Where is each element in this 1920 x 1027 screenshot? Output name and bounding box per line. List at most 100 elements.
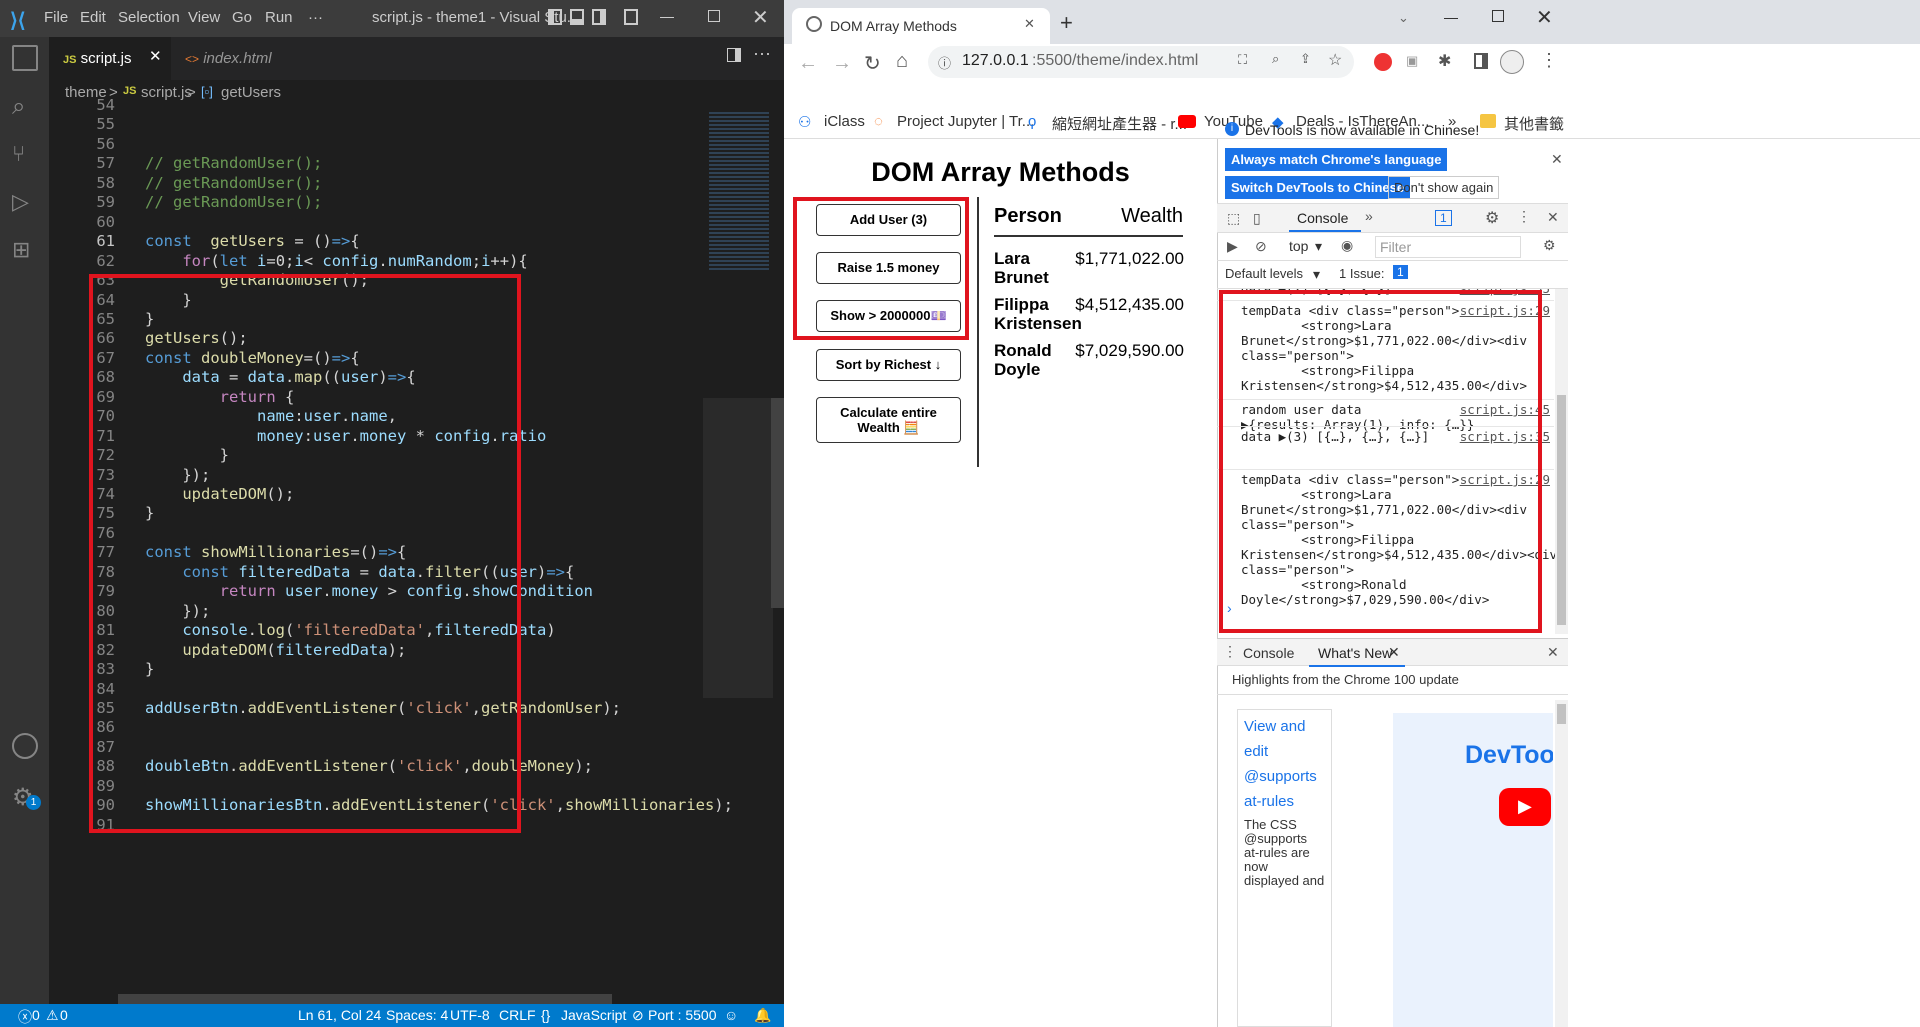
extensions-puzzle-icon[interactable]: ✱ [1438, 51, 1451, 71]
source-link[interactable]: script.js:29 [1460, 472, 1550, 487]
language-mode[interactable]: JavaScript [561, 1007, 626, 1023]
drawer-scrollbar[interactable] [1555, 700, 1568, 1027]
search-icon[interactable]: ⌕ [12, 93, 38, 120]
tab-script-js[interactable]: JS script.js ✕ [49, 37, 171, 80]
new-tab-icon[interactable]: + [1060, 10, 1073, 36]
encoding[interactable]: UTF-8 [450, 1007, 490, 1023]
minimize-icon[interactable] [660, 17, 674, 18]
account-icon[interactable] [12, 733, 38, 759]
code-line[interactable]: } [145, 504, 154, 522]
device-toolbar-icon[interactable]: ▯ [1253, 210, 1261, 227]
drawer-tab-whats-new[interactable]: What's New [1318, 645, 1392, 661]
extension-icon[interactable]: ▣ [1406, 53, 1418, 69]
side-panel-icon[interactable] [1474, 53, 1488, 69]
menu-more[interactable]: ··· [308, 9, 323, 26]
dont-show-again-button[interactable]: Don't show again [1388, 176, 1500, 199]
code-line[interactable]: return { [145, 388, 295, 406]
code-line[interactable]: // getRandomUser(); [145, 193, 322, 211]
breadcrumb-file[interactable]: script.js [141, 84, 192, 101]
bookmark-star-icon[interactable]: ☆ [1328, 50, 1342, 70]
end-of-line[interactable]: CRLF [499, 1007, 536, 1023]
back-icon[interactable]: ← [798, 52, 818, 75]
context-selector[interactable]: top [1289, 238, 1308, 254]
calculate-wealth-button[interactable]: Calculate entire Wealth 🧮 [816, 397, 961, 443]
eye-icon[interactable]: ◉ [1341, 237, 1353, 254]
maximize-icon[interactable] [1492, 10, 1504, 22]
tab-console[interactable]: Console [1297, 210, 1348, 226]
levels-dropdown[interactable]: Default levels [1225, 266, 1303, 281]
messages-badge[interactable]: 1 [1435, 210, 1452, 226]
code-line[interactable]: for(let i=0;i< config.numRandom;i++){ [145, 252, 527, 270]
code-line[interactable]: const getUsers = ()=>{ [145, 232, 360, 250]
close-devtools-icon[interactable]: ✕ [1547, 209, 1559, 226]
menu-view[interactable]: View [188, 9, 220, 26]
code-line[interactable]: return user.money > config.showCondition [145, 582, 593, 600]
console-scrollbar[interactable] [1555, 289, 1568, 634]
menu-go[interactable]: Go [232, 9, 252, 26]
filter-input[interactable]: Filter [1375, 236, 1521, 258]
profile-avatar[interactable] [1500, 50, 1524, 74]
source-link[interactable]: script.js:45 [1460, 402, 1550, 417]
code-line[interactable]: updateDOM(filteredData); [145, 641, 406, 659]
share-icon[interactable]: ⇪ [1300, 51, 1311, 67]
drawer-menu-icon[interactable]: ⋮ [1223, 643, 1237, 660]
switch-language-button[interactable]: Switch DevTools to Chinese [1225, 176, 1411, 199]
menu-edit[interactable]: Edit [80, 9, 106, 26]
toggle-sidebar-icon[interactable] [548, 9, 562, 25]
extensions-icon[interactable]: ⊞ [12, 237, 38, 263]
home-icon[interactable]: ⌂ [896, 50, 908, 73]
minimap[interactable] [703, 108, 784, 1008]
raise-money-button[interactable]: Raise 1.5 money [816, 252, 961, 284]
maximize-icon[interactable] [708, 10, 720, 22]
code-line[interactable]: } [145, 291, 191, 309]
site-info-icon[interactable]: ⓘ [938, 53, 951, 72]
more-actions-icon[interactable]: ··· [753, 43, 771, 64]
code-line[interactable]: // getRandomUser(); [145, 174, 322, 192]
code-line[interactable]: } [145, 310, 154, 328]
breadcrumb-symbol[interactable]: getUsers [221, 84, 281, 101]
card-link[interactable]: View and edit @supports at-rules [1244, 714, 1325, 814]
close-infobar-icon[interactable]: ✕ [1551, 151, 1563, 168]
errors-count[interactable]: 0 [32, 1007, 40, 1023]
toggle-panel-icon[interactable] [570, 9, 584, 25]
clear-console-icon[interactable]: ⊘ [1255, 238, 1267, 255]
code-line[interactable]: name:user.name, [145, 407, 397, 425]
indentation[interactable]: Spaces: 4 [386, 1007, 448, 1023]
feedback-icon[interactable]: ☺ [724, 1007, 738, 1023]
adblock-extension-icon[interactable] [1374, 53, 1392, 71]
address-bar[interactable]: ⓘ 127.0.0.1 :5500/theme/index.html ⛶ ⌕ ⇪… [928, 46, 1354, 78]
code-line[interactable]: const showMillionaries=()=>{ [145, 543, 406, 561]
match-language-button[interactable]: Always match Chrome's language [1225, 148, 1448, 171]
code-line[interactable]: }); [145, 602, 210, 620]
code-line[interactable]: }); [145, 466, 210, 484]
code-line[interactable]: // getRandomUser(); [145, 154, 322, 172]
chrome-menu-icon[interactable]: ⋮ [1540, 50, 1558, 71]
run-debug-icon[interactable]: ▷ [12, 189, 38, 215]
horizontal-scrollbar[interactable] [118, 994, 612, 1004]
close-window-icon[interactable]: ✕ [1536, 5, 1553, 30]
zoom-icon[interactable]: ⌕ [1272, 51, 1279, 67]
code-line[interactable]: getUsers(); [145, 329, 248, 347]
errors-icon[interactable]: ⓧ [18, 1007, 32, 1027]
close-tab-icon[interactable]: ✕ [149, 47, 162, 65]
more-tabs-icon[interactable]: » [1365, 208, 1373, 224]
sidebar-toggle-icon[interactable]: ▶ [1227, 238, 1238, 255]
code-line[interactable]: const doubleMoney=()=>{ [145, 349, 360, 367]
code-line[interactable]: money:user.money * config.ratio [145, 427, 546, 445]
console-message[interactable]: tempData <div class="person"> <strong>La… [1241, 472, 1557, 607]
source-link[interactable]: script.js:35 [1460, 289, 1550, 296]
drawer-tab-console[interactable]: Console [1243, 645, 1294, 661]
notifications-bell-icon[interactable]: 🔔 [754, 1007, 771, 1024]
code-line[interactable]: addUserBtn.addEventListener('click',getR… [145, 699, 621, 717]
forward-icon[interactable]: → [832, 52, 852, 75]
close-drawer-icon[interactable]: ✕ [1547, 644, 1559, 661]
show-millionaires-button[interactable]: Show > 2000000💷 [816, 300, 961, 332]
browser-tab[interactable]: DOM Array Methods ✕ [792, 8, 1050, 44]
code-line[interactable]: } [145, 446, 229, 464]
code-line[interactable]: } [145, 660, 154, 678]
close-drawer-tab-icon[interactable]: ✕ [1388, 644, 1400, 661]
console-settings-icon[interactable]: ⚙ [1543, 237, 1556, 254]
warnings-icon[interactable]: ⚠ [46, 1007, 59, 1024]
source-link[interactable]: script.js:35 [1460, 429, 1550, 444]
close-tab-icon[interactable]: ✕ [1024, 16, 1035, 32]
